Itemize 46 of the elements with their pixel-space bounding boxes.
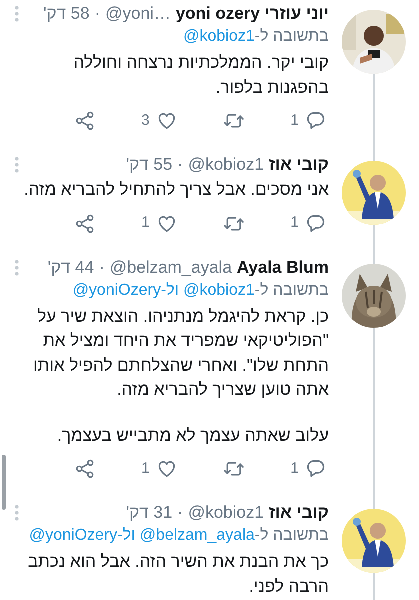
tweet-text: אני מסכים. אבל צריך להתחיל להבריא מזה. — [23, 179, 329, 201]
like-button[interactable]: 3 — [141, 109, 178, 133]
user-handle: @kobioz1 — [188, 502, 264, 524]
reply-button[interactable]: 1 — [290, 109, 327, 133]
share-icon — [74, 212, 96, 234]
reply-icon — [305, 212, 327, 234]
share-icon — [74, 110, 96, 132]
share-button[interactable] — [74, 457, 96, 481]
mention-link[interactable]: @yoniOzery — [72, 282, 162, 298]
user-handle: @belzam_ayala — [110, 256, 232, 278]
tweet-text: עלוב שאתה עצמך לא מתבייש בעצמך. — [56, 424, 329, 446]
display-name: קובי אוז — [269, 154, 329, 176]
display-name: קובי אוז — [269, 502, 329, 524]
reply-joiner: ול- — [161, 282, 180, 298]
timestamp: 31 דק' — [126, 502, 173, 524]
tweet-text: קובי יקר. הממלכתיות נרצחה וחוללה בהפגנות בלפור. — [72, 52, 329, 98]
mention-link[interactable]: @kobioz1 — [184, 28, 255, 45]
separator: · — [178, 502, 184, 524]
separator: · — [99, 256, 105, 278]
mention-link[interactable]: @yoniOzery — [29, 527, 118, 544]
reply-icon — [305, 458, 327, 480]
reply-label: בתשובה ל- — [254, 28, 329, 45]
display-name: יוני עוזרי yoni ozery — [176, 3, 329, 25]
timestamp: 55 דק' — [126, 154, 173, 176]
tweet-text: כן. קראת להיגמל מנתניהו. הוצאת שיר על "הפוליטיקאי שמפריד את היחד ומציל את התחת שלו". ואחרי שהצלחתם להפיל אותו אתה טוען שצריך להבריא מזה. — [32, 306, 329, 401]
like-button[interactable]: 1 — [141, 212, 178, 236]
scrollbar — [2, 455, 6, 510]
tweet-text: כך את הבנת את השיר הזה. אבל הוא נכתב הרבה לפני. — [27, 551, 329, 598]
mention-link[interactable]: @belzam_ayala — [140, 527, 255, 544]
timestamp: 44 דק' — [48, 256, 94, 278]
like-button[interactable]: 1 — [141, 457, 178, 481]
user-handle: @yoni… — [106, 3, 171, 25]
reply-label: בתשובה ל- — [254, 282, 329, 298]
reply-button[interactable]: 1 — [290, 212, 327, 236]
user-handle: @kobioz1 — [188, 154, 264, 176]
reply-icon — [305, 110, 327, 132]
reply-label: בתשובה ל- — [254, 527, 329, 544]
separator: · — [94, 3, 100, 25]
timestamp: 58 דק' — [43, 3, 90, 25]
reply-joiner: ול- — [118, 527, 136, 544]
share-icon — [74, 458, 96, 480]
display-name: Ayala Blum — [237, 256, 329, 278]
separator: · — [178, 154, 184, 176]
share-button[interactable] — [74, 109, 96, 133]
reply-button[interactable]: 1 — [290, 457, 327, 481]
mention-link[interactable]: @kobioz1 — [184, 282, 255, 298]
